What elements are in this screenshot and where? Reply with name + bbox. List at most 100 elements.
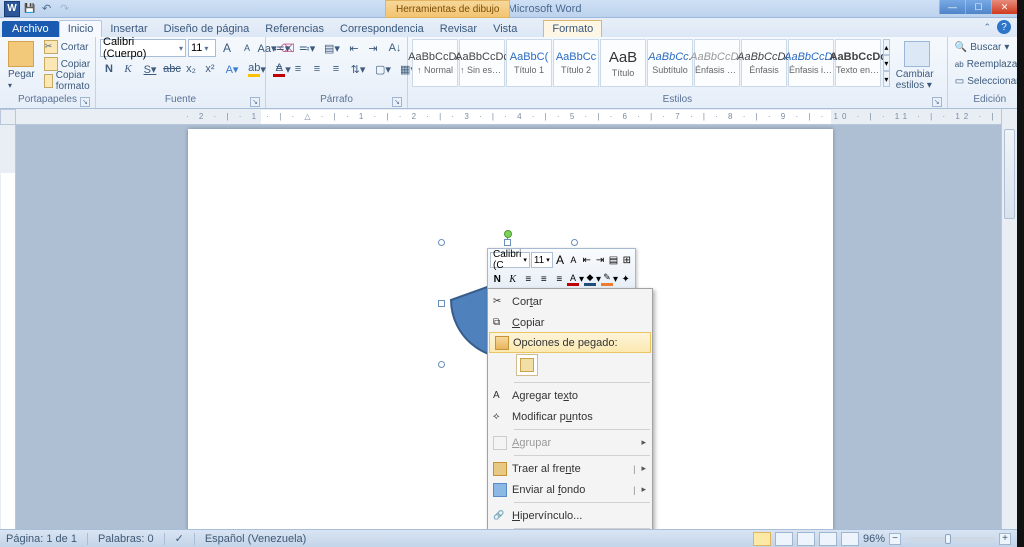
numbering-button[interactable]: ≕▾ — [295, 39, 319, 57]
dialog-launcher-icon[interactable]: ↘ — [392, 97, 402, 107]
sort-button[interactable]: A↓ — [383, 39, 407, 57]
paste-option-picture[interactable] — [516, 354, 538, 376]
strike-button[interactable]: abc — [163, 60, 181, 78]
mini-decrease-indent[interactable]: ⇤ — [581, 252, 593, 268]
mini-align-center[interactable]: ≡ — [537, 271, 552, 287]
font-size-combo[interactable]: 11▾ — [188, 39, 216, 57]
style-subtitle[interactable]: AaBbCc.Subtítulo — [647, 39, 693, 87]
mini-bold[interactable]: N — [490, 271, 505, 287]
align-center-button[interactable]: ≡ — [289, 60, 307, 78]
view-full-screen[interactable] — [775, 532, 793, 546]
mini-shape-fill[interactable]: ◆▾ — [585, 271, 601, 287]
status-words[interactable]: Palabras: 0 — [98, 533, 154, 545]
zoom-level[interactable]: 96% — [863, 533, 885, 545]
resize-handle-ne[interactable] — [571, 239, 578, 246]
styles-gallery[interactable]: AaBbCcDc↑ Normal AaBbCcDc↑ Sin espa... A… — [412, 39, 881, 87]
paste-button[interactable]: Pegar▾ — [4, 39, 39, 93]
style-heading1[interactable]: AaBbC(Título 1 — [506, 39, 552, 87]
text-effects-button[interactable]: A▾ — [220, 60, 244, 78]
style-normal[interactable]: AaBbCcDc↑ Normal — [412, 39, 458, 87]
tab-review[interactable]: Revisar — [432, 21, 485, 37]
minimize-ribbon-icon[interactable]: ⌃ — [983, 22, 991, 33]
subscript-button[interactable]: x₂ — [182, 60, 200, 78]
bullets-button[interactable]: ≔▾ — [270, 39, 294, 57]
change-styles-button[interactable]: Cambiar estilos ▾ — [892, 39, 943, 93]
ctx-add-text[interactable]: Agregar texto — [488, 385, 652, 406]
status-language[interactable]: Español (Venezuela) — [205, 533, 307, 545]
zoom-in-button[interactable]: + — [999, 533, 1011, 545]
grow-font-button[interactable] — [218, 39, 236, 57]
format-painter-button[interactable]: Copiar formato — [41, 73, 98, 89]
tab-page-layout[interactable]: Diseño de página — [156, 21, 258, 37]
tab-file[interactable]: Archivo — [2, 21, 59, 37]
gallery-scroll-down[interactable]: ▾ — [883, 55, 890, 71]
tab-references[interactable]: Referencias — [257, 21, 332, 37]
bold-button[interactable]: N — [100, 60, 118, 78]
mini-shrink-font[interactable] — [567, 252, 579, 268]
style-heading2[interactable]: AaBbCcTítulo 2 — [553, 39, 599, 87]
font-name-combo[interactable]: Calibri (Cuerpo)▾ — [100, 39, 186, 57]
line-spacing-button[interactable]: ⇅▾ — [346, 60, 370, 78]
resize-handle-w[interactable] — [438, 300, 445, 307]
minimize-button[interactable]: — — [939, 0, 965, 14]
status-page[interactable]: Página: 1 de 1 — [6, 533, 77, 545]
horizontal-ruler[interactable]: · 2 · | · 1 · | · △ · | · 1 · | · 2 · | … — [16, 109, 1001, 125]
increase-indent-button[interactable]: ⇥ — [364, 39, 382, 57]
mini-align-left[interactable]: ≡ — [521, 271, 536, 287]
decrease-indent-button[interactable]: ⇤ — [345, 39, 363, 57]
rotate-handle[interactable] — [504, 230, 512, 238]
view-draft[interactable] — [841, 532, 859, 546]
replace-button[interactable]: Reemplazar — [952, 56, 1024, 72]
justify-button[interactable]: ≡ — [327, 60, 345, 78]
scrollbar-thumb[interactable] — [1004, 129, 1015, 219]
mini-font-color[interactable]: A▾ — [568, 271, 584, 287]
style-subtle-emphasis[interactable]: AaBbCcDcÉnfasis sutil — [694, 39, 740, 87]
ruler-corner[interactable] — [0, 109, 16, 125]
status-proof-icon[interactable]: ✓ — [175, 532, 184, 545]
shading-button[interactable]: ▢▾ — [371, 60, 395, 78]
ctx-edit-points[interactable]: Modificar puntos — [488, 406, 652, 427]
zoom-slider-thumb[interactable] — [945, 534, 951, 544]
ctx-hyperlink[interactable]: Hipervínculo... — [488, 505, 652, 526]
tab-insert[interactable]: Insertar — [102, 21, 155, 37]
mini-size-combo[interactable]: 11▾ — [531, 252, 553, 268]
mini-quick-styles[interactable]: ✦ — [619, 271, 634, 287]
shrink-font-button[interactable] — [238, 39, 256, 57]
mini-group[interactable]: ⊞ — [621, 252, 633, 268]
mini-align-right[interactable]: ≡ — [552, 271, 567, 287]
mini-wrap-text[interactable]: ▤ — [607, 252, 619, 268]
save-icon[interactable] — [24, 2, 38, 16]
view-outline[interactable] — [819, 532, 837, 546]
zoom-slider[interactable] — [905, 537, 995, 541]
undo-icon[interactable] — [42, 2, 56, 16]
multilevel-button[interactable]: ▤▾ — [320, 39, 344, 57]
close-button[interactable]: ✕ — [991, 0, 1017, 14]
italic-button[interactable]: K — [119, 60, 137, 78]
zoom-out-button[interactable]: − — [889, 533, 901, 545]
align-left-button[interactable]: ≡ — [270, 60, 288, 78]
underline-button[interactable]: S▾ — [138, 60, 162, 78]
mini-shape-outline[interactable]: ✎▾ — [602, 271, 618, 287]
ctx-copy[interactable]: Copiar — [488, 312, 652, 333]
resize-handle-nw[interactable] — [438, 239, 445, 246]
view-print-layout[interactable] — [753, 532, 771, 546]
style-emphasis[interactable]: AaBbCcDcÉnfasis — [741, 39, 787, 87]
redo-icon[interactable] — [60, 2, 74, 16]
help-icon[interactable]: ? — [997, 20, 1011, 34]
view-web-layout[interactable] — [797, 532, 815, 546]
style-strong[interactable]: AaBbCcDcTexto en n... — [835, 39, 881, 87]
mini-increase-indent[interactable]: ⇥ — [594, 252, 606, 268]
ctx-cut[interactable]: Cortar — [488, 291, 652, 312]
superscript-button[interactable]: x² — [201, 60, 219, 78]
gallery-more[interactable]: ▾ — [883, 71, 890, 87]
tab-view[interactable]: Vista — [485, 21, 525, 37]
dialog-launcher-icon[interactable]: ↘ — [80, 97, 90, 107]
vertical-scrollbar[interactable] — [1001, 109, 1017, 529]
cut-button[interactable]: Cortar — [41, 39, 98, 55]
ctx-paste-options[interactable]: Opciones de pegado: — [489, 332, 651, 353]
tab-home[interactable]: Inicio — [59, 20, 103, 37]
select-button[interactable]: Seleccionar ▾ — [952, 73, 1024, 89]
ctx-send-back[interactable]: Enviar al fondo|▸ — [488, 479, 652, 500]
vertical-ruler[interactable] — [0, 125, 16, 529]
style-nospacing[interactable]: AaBbCcDc↑ Sin espa... — [459, 39, 505, 87]
